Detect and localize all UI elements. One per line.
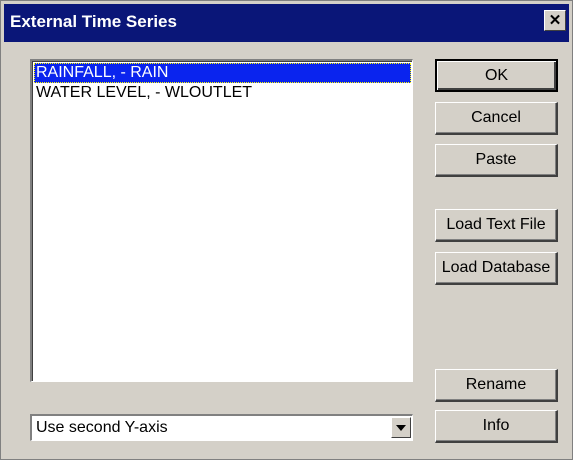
dialog-title: External Time Series [10, 12, 177, 31]
chevron-down-icon [396, 424, 406, 431]
list-item[interactable]: WATER LEVEL, - WLOUTLET [34, 83, 411, 103]
load-text-file-button[interactable]: Load Text File [435, 209, 558, 242]
list-item[interactable]: RAINFALL, - RAIN [34, 63, 411, 83]
close-icon: ✕ [548, 12, 562, 29]
y-axis-select[interactable]: Use second Y-axis [30, 414, 413, 441]
rename-button[interactable]: Rename [435, 369, 558, 402]
close-button[interactable]: ✕ [544, 10, 566, 31]
dropdown-arrow-button[interactable] [391, 417, 411, 438]
info-button[interactable]: Info [435, 410, 558, 443]
title-bar[interactable]: External Time Series ✕ [4, 4, 569, 42]
ok-button[interactable]: OK [435, 59, 558, 92]
y-axis-select-value: Use second Y-axis [36, 419, 168, 436]
external-time-series-dialog: External Time Series ✕ RAINFALL, - RAIN … [0, 0, 573, 460]
cancel-button[interactable]: Cancel [435, 102, 558, 135]
time-series-list[interactable]: RAINFALL, - RAIN WATER LEVEL, - WLOUTLET [30, 59, 413, 382]
load-database-button[interactable]: Load Database [435, 252, 558, 285]
paste-button[interactable]: Paste [435, 144, 558, 177]
